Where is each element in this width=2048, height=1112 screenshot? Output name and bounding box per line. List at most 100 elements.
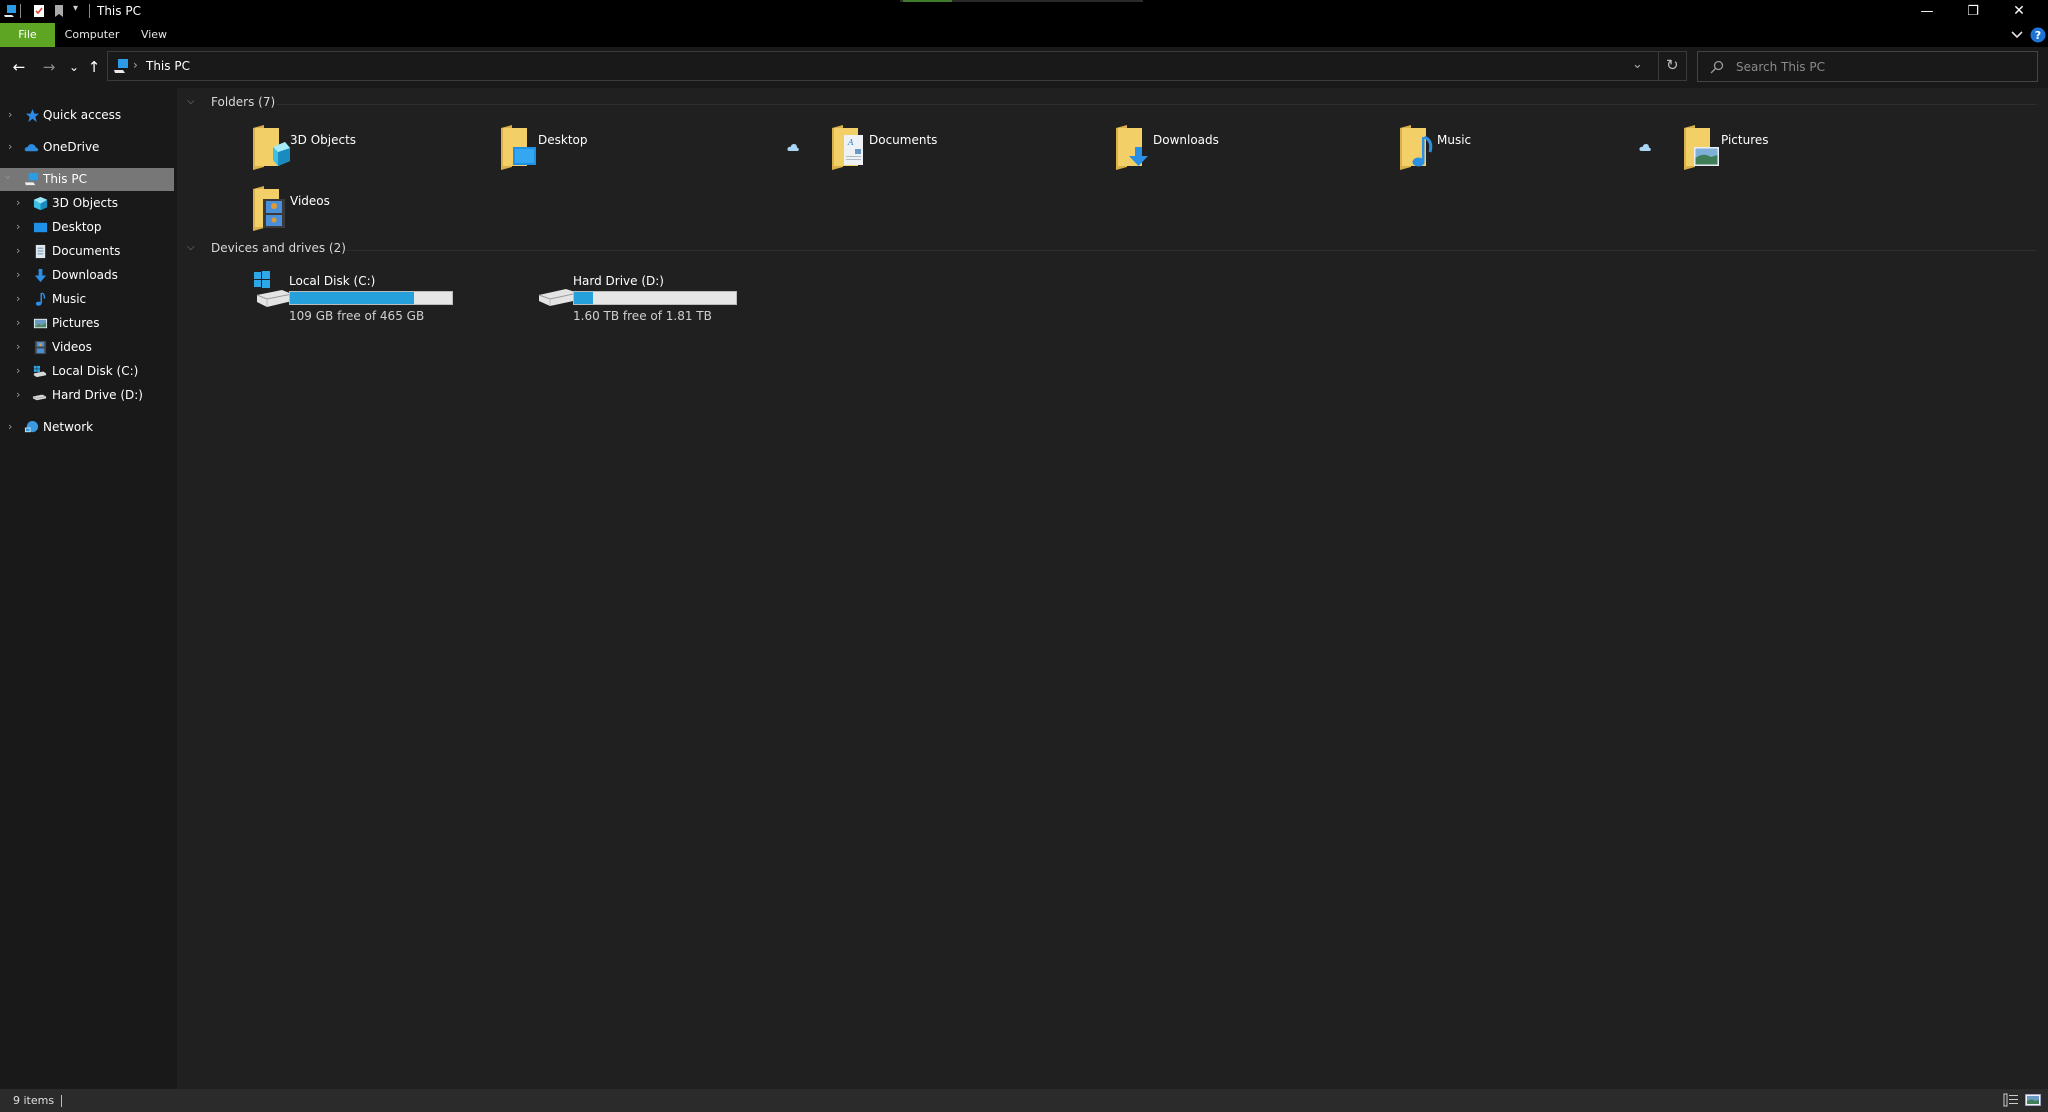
- address-dropdown-button[interactable]: ⌄: [1632, 57, 1643, 72]
- properties-icon[interactable]: [32, 4, 46, 18]
- refresh-button[interactable]: ↻: [1666, 56, 1679, 74]
- chevron-down-icon[interactable]: ⌵: [187, 242, 195, 253]
- drive-tile-hard-drive-d[interactable]: Hard Drive (D:) 1.60 TB free of 1.81 TB: [538, 268, 818, 323]
- address-bar[interactable]: › This PC ⌄ ↻: [107, 51, 1687, 81]
- folder-music-icon: [1400, 125, 1433, 170]
- folder-tile-videos[interactable]: Videos: [250, 186, 490, 242]
- folder-label: Documents: [869, 133, 938, 147]
- folder-label: Music: [1437, 133, 1472, 147]
- large-icons-view-icon[interactable]: [2025, 1093, 2041, 1107]
- local-disk-icon: [33, 365, 47, 378]
- star-icon: [25, 108, 40, 123]
- network-icon: [24, 420, 39, 433]
- folder-tile-documents[interactable]: A Documents: [829, 125, 1069, 181]
- drive-tile-local-disk-c[interactable]: Local Disk (C:) 109 GB free of 465 GB: [254, 268, 534, 323]
- sidebar-item-label: Local Disk (C:): [52, 364, 139, 378]
- sidebar-item-label: Desktop: [52, 220, 102, 234]
- folder-tile-music[interactable]: Music: [1397, 125, 1637, 181]
- separator: [1658, 52, 1659, 80]
- title-bar: ▾ This PC — ❐ ✕: [0, 0, 2048, 23]
- folder-tile-3d-objects[interactable]: 3D Objects: [250, 125, 490, 181]
- chevron-right-icon[interactable]: ›: [16, 196, 20, 209]
- sidebar-item-label: Videos: [52, 340, 92, 354]
- help-icon[interactable]: ?: [2030, 27, 2046, 43]
- breadcrumb-this-pc[interactable]: This PC: [146, 59, 190, 73]
- recent-locations-button[interactable]: ⌄: [63, 56, 85, 78]
- up-button[interactable]: ↑: [83, 56, 105, 78]
- chevron-right-icon[interactable]: ›: [16, 220, 20, 233]
- tab-view[interactable]: View: [136, 23, 172, 47]
- breadcrumb-separator[interactable]: ›: [133, 58, 138, 72]
- close-button[interactable]: ✕: [1996, 0, 2042, 22]
- folder-tile-desktop[interactable]: Desktop: [498, 125, 738, 181]
- sidebar-item-onedrive[interactable]: › OneDrive: [0, 136, 174, 159]
- folder-documents-icon: A: [832, 125, 863, 170]
- new-folder-icon[interactable]: [52, 4, 66, 18]
- chevron-right-icon[interactable]: ›: [16, 316, 20, 329]
- forward-button[interactable]: →: [38, 56, 60, 78]
- tab-file[interactable]: File: [0, 23, 55, 47]
- sidebar-item-label: Network: [43, 420, 94, 434]
- sidebar-item-local-disk-c[interactable]: › Local Disk (C:): [0, 360, 174, 383]
- folder-desktop-icon: [501, 125, 536, 170]
- chevron-right-icon[interactable]: ›: [16, 268, 20, 281]
- drive-label: Local Disk (C:): [289, 274, 376, 288]
- sidebar-item-music[interactable]: › Music: [0, 288, 174, 311]
- devices-group-header[interactable]: ⌵ Devices and drives (2): [187, 241, 2037, 259]
- chevron-right-icon[interactable]: ›: [16, 364, 20, 377]
- sidebar-item-label: This PC: [43, 172, 87, 186]
- chevron-down-icon[interactable]: ›: [2, 175, 15, 179]
- search-icon: [1710, 60, 1724, 74]
- videos-icon: [34, 340, 47, 355]
- cloud-status-icon: [787, 143, 799, 151]
- folder-tile-pictures[interactable]: Pictures: [1681, 125, 1921, 181]
- downloads-icon: [34, 268, 47, 283]
- sidebar-item-label: OneDrive: [43, 140, 100, 154]
- this-pc-icon: [4, 5, 16, 17]
- sidebar-item-pictures[interactable]: › Pictures: [0, 312, 174, 335]
- sidebar-item-label: Quick access: [43, 108, 122, 122]
- folders-group-header[interactable]: ⌵ Folders (7): [187, 95, 2037, 113]
- sidebar-item-3d-objects[interactable]: › 3D Objects: [0, 192, 174, 215]
- customize-quick-access-icon[interactable]: ▾: [73, 3, 78, 14]
- top-progress-strip: [900, 0, 1143, 2]
- sidebar-item-this-pc[interactable]: › This PC: [0, 168, 174, 191]
- sidebar-item-quick-access[interactable]: › Quick access: [0, 104, 174, 127]
- sidebar-item-hard-drive-d[interactable]: › Hard Drive (D:): [0, 384, 174, 407]
- 3d-objects-icon: [33, 196, 48, 211]
- sidebar-item-label: Downloads: [52, 268, 118, 282]
- drive-free-space: 109 GB free of 465 GB: [289, 309, 425, 323]
- hard-drive-icon: [32, 394, 47, 401]
- tab-computer[interactable]: Computer: [62, 23, 122, 47]
- sidebar-item-network[interactable]: › Network: [0, 416, 174, 439]
- chevron-right-icon[interactable]: ›: [8, 108, 12, 121]
- sidebar-item-downloads[interactable]: › Downloads: [0, 264, 174, 287]
- chevron-right-icon[interactable]: ›: [8, 140, 12, 153]
- expand-ribbon-icon[interactable]: [2011, 30, 2023, 40]
- chevron-down-icon[interactable]: ⌵: [187, 96, 195, 107]
- chevron-right-icon[interactable]: ›: [16, 340, 20, 353]
- restore-button[interactable]: ❐: [1950, 0, 1996, 22]
- chevron-right-icon[interactable]: ›: [8, 420, 12, 433]
- search-input[interactable]: Search This PC: [1697, 51, 2038, 82]
- folder-pictures-icon: [1684, 125, 1719, 170]
- sidebar-item-label: Hard Drive (D:): [52, 388, 143, 402]
- documents-icon: [35, 244, 46, 259]
- folder-tile-downloads[interactable]: Downloads: [1113, 125, 1353, 181]
- pictures-icon: [33, 318, 48, 329]
- details-view-icon[interactable]: [2003, 1093, 2019, 1107]
- chevron-right-icon[interactable]: ›: [16, 292, 20, 305]
- divider: [347, 250, 2037, 251]
- chevron-right-icon[interactable]: ›: [16, 388, 20, 401]
- folder-label: Downloads: [1153, 133, 1219, 147]
- minimize-button[interactable]: —: [1904, 0, 1950, 22]
- sidebar-item-documents[interactable]: › Documents: [0, 240, 174, 263]
- status-bar: 9 items: [0, 1089, 2048, 1112]
- svg-text:A: A: [847, 138, 854, 147]
- svg-text:?: ?: [2035, 29, 2041, 42]
- sidebar-item-videos[interactable]: › Videos: [0, 336, 174, 359]
- back-button[interactable]: ←: [8, 56, 30, 78]
- sidebar-item-desktop[interactable]: › Desktop: [0, 216, 174, 239]
- desktop-icon: [33, 222, 48, 233]
- chevron-right-icon[interactable]: ›: [16, 244, 20, 257]
